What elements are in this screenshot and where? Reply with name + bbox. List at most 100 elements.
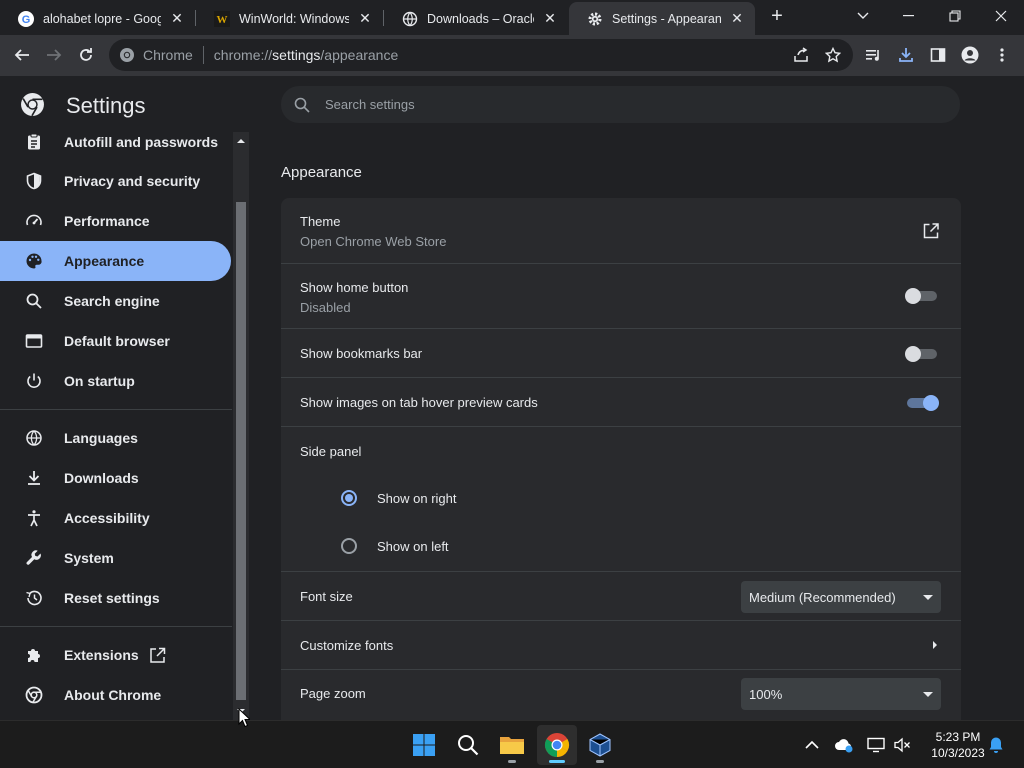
- windows-taskbar: 5:23 PM 10/3/2023: [0, 720, 1024, 768]
- share-button[interactable]: [789, 45, 813, 65]
- font-size-select[interactable]: Medium (Recommended): [741, 581, 941, 613]
- start-button[interactable]: [404, 725, 444, 765]
- download-icon: [24, 468, 44, 488]
- sidebar-item-system[interactable]: System: [0, 538, 231, 578]
- home-button-row[interactable]: Show home button Disabled: [281, 263, 961, 328]
- side-panel-right-option[interactable]: Show on right: [341, 486, 457, 510]
- sidebar-item-search-engine[interactable]: Search engine: [0, 281, 231, 321]
- sidebar-item-reset-settings[interactable]: Reset settings: [0, 578, 231, 618]
- downloads-button[interactable]: [892, 41, 920, 69]
- page-zoom-select[interactable]: 100%: [741, 678, 941, 710]
- home-button-toggle[interactable]: [905, 288, 939, 304]
- search-icon: [458, 735, 479, 756]
- restore-button[interactable]: [932, 0, 978, 32]
- sidebar-item-label: System: [64, 550, 114, 566]
- tab-google-search[interactable]: G alohabet lopre - Google Search ✕: [0, 2, 195, 35]
- sidebar-item-performance[interactable]: Performance: [0, 201, 231, 241]
- tab-hover-toggle[interactable]: [907, 395, 939, 411]
- sidebar-item-downloads[interactable]: Downloads: [0, 458, 231, 498]
- speaker-muted-icon: [894, 737, 910, 753]
- reload-button[interactable]: [72, 41, 100, 69]
- close-icon[interactable]: ✕: [357, 10, 373, 27]
- close-icon[interactable]: ✕: [729, 10, 745, 27]
- bookmarks-bar-row[interactable]: Show bookmarks bar: [281, 328, 961, 377]
- wrench-icon: [24, 548, 44, 568]
- sidebar-item-label: Languages: [64, 430, 138, 446]
- side-panel-button[interactable]: [924, 41, 952, 69]
- sidebar-item-label: Privacy and security: [64, 173, 201, 189]
- sidebar-item-about-chrome[interactable]: About Chrome: [0, 675, 231, 715]
- virtualbox-icon: [589, 733, 611, 757]
- star-icon: [825, 47, 841, 63]
- radio-button[interactable]: [341, 490, 357, 506]
- sidebar-item-autofill[interactable]: Autofill and passwords: [0, 132, 231, 162]
- browser-window-icon: [24, 331, 44, 351]
- search-input[interactable]: [325, 97, 925, 112]
- home-button-sublabel: Disabled: [300, 300, 351, 315]
- radio-button[interactable]: [341, 538, 357, 554]
- scroll-up-arrow-icon[interactable]: [236, 136, 246, 146]
- globe-icon: [24, 428, 44, 448]
- bookmarks-bar-toggle[interactable]: [905, 346, 939, 362]
- minimize-button[interactable]: [886, 0, 932, 32]
- sidebar-item-label: Search engine: [64, 293, 160, 309]
- customize-fonts-row[interactable]: Customize fonts: [281, 620, 961, 669]
- tab-hover-row[interactable]: Show images on tab hover preview cards: [281, 377, 961, 426]
- close-icon[interactable]: ✕: [542, 10, 558, 27]
- side-panel-left-option[interactable]: Show on left: [341, 534, 449, 558]
- chrome-menu-button[interactable]: [988, 41, 1016, 69]
- forward-button[interactable]: [40, 41, 68, 69]
- toggle-knob: [923, 395, 939, 411]
- sidebar-item-label: Extensions: [64, 647, 139, 663]
- bell-icon: [989, 737, 1003, 753]
- settings-sidebar: Autofill and passwords Privacy and secur…: [0, 132, 234, 720]
- taskbar-search-button[interactable]: [448, 725, 488, 765]
- scrollbar-thumb[interactable]: [236, 202, 246, 700]
- display-tray-button[interactable]: [864, 733, 888, 757]
- sidebar-item-languages[interactable]: Languages: [0, 418, 231, 458]
- settings-main: Appearance Theme Open Chrome Web Store S…: [249, 132, 1024, 720]
- sidebar-item-privacy[interactable]: Privacy and security: [0, 161, 231, 201]
- virtualbox-taskbar-button[interactable]: [580, 725, 620, 765]
- bookmark-button[interactable]: [821, 45, 845, 65]
- google-g-icon: G: [18, 10, 34, 27]
- notifications-button[interactable]: [984, 733, 1008, 757]
- open-in-new-icon[interactable]: [922, 222, 940, 240]
- profile-button[interactable]: [956, 41, 984, 69]
- theme-sublabel: Open Chrome Web Store: [300, 234, 447, 249]
- sidebar-item-default-browser[interactable]: Default browser: [0, 321, 231, 361]
- running-indicator: [508, 760, 516, 763]
- file-explorer-button[interactable]: [492, 725, 532, 765]
- media-controls-button[interactable]: [860, 41, 888, 69]
- chrome-taskbar-button[interactable]: [537, 725, 577, 765]
- sidebar-item-label: On startup: [64, 373, 135, 389]
- theme-row[interactable]: Theme Open Chrome Web Store: [281, 198, 961, 263]
- sidebar-item-accessibility[interactable]: Accessibility: [0, 498, 231, 538]
- search-box[interactable]: [281, 86, 960, 123]
- sidebar-item-extensions[interactable]: Extensions: [0, 635, 231, 675]
- tab-search-button[interactable]: [840, 0, 886, 32]
- side-panel-row: Side panel Show on right Show on left: [281, 426, 961, 571]
- close-window-button[interactable]: [978, 0, 1024, 32]
- close-icon[interactable]: ✕: [169, 10, 185, 27]
- sidebar-item-appearance[interactable]: Appearance: [0, 241, 231, 281]
- power-icon: [24, 371, 44, 391]
- arrow-right-icon: [47, 49, 62, 61]
- page-title: Settings: [66, 93, 146, 118]
- sidebar-item-label: Reset settings: [64, 590, 160, 606]
- winworld-icon: W: [214, 10, 230, 27]
- new-tab-button[interactable]: +: [766, 6, 788, 28]
- show-hidden-icons-button[interactable]: [800, 733, 824, 757]
- tab-virtualbox-downloads[interactable]: Downloads – Oracle VM VirtualBox ✕: [384, 2, 568, 35]
- download-icon: [899, 48, 913, 62]
- svg-text:G: G: [22, 14, 31, 26]
- back-button[interactable]: [8, 41, 36, 69]
- address-bar[interactable]: Chrome chrome://settings/appearance: [109, 39, 853, 71]
- url-host: settings: [272, 47, 321, 63]
- volume-tray-button[interactable]: [890, 733, 914, 757]
- sidebar-scrollbar[interactable]: [233, 132, 249, 720]
- sidebar-item-on-startup[interactable]: On startup: [0, 361, 231, 401]
- tab-settings-appearance[interactable]: Settings - Appearance ✕: [569, 2, 755, 35]
- tab-winworld[interactable]: W WinWorld: Windows 95 ✕: [196, 2, 383, 35]
- onedrive-tray-button[interactable]: [832, 733, 856, 757]
